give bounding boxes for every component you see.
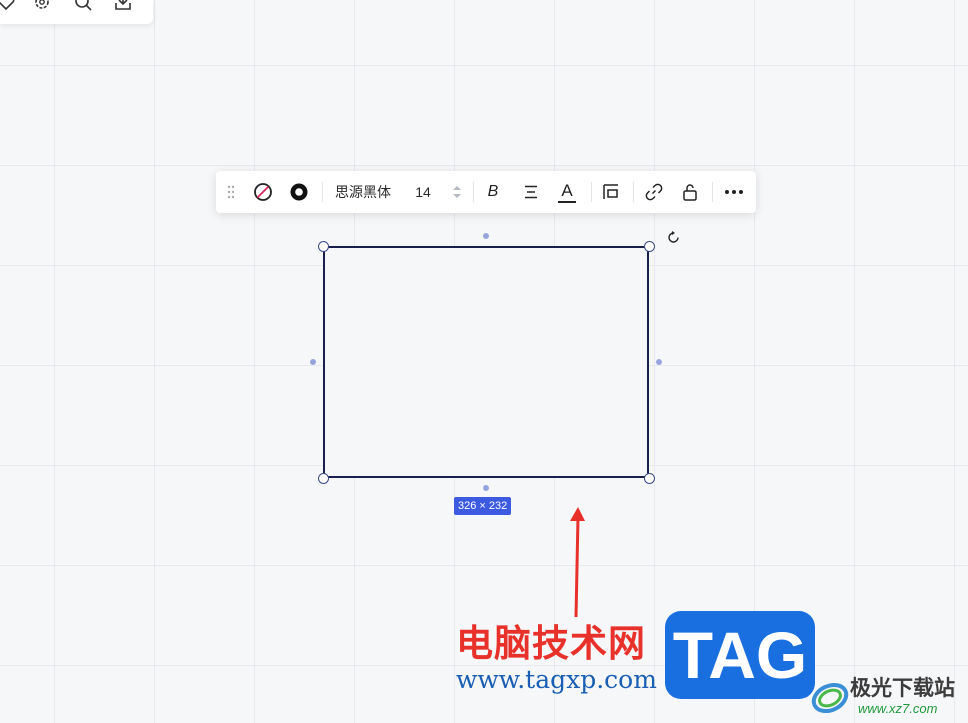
unlock-icon[interactable] (677, 171, 703, 213)
toolbar-divider (591, 182, 592, 202)
font-family-label: 思源黑体 (335, 185, 391, 201)
stroke-color-icon[interactable] (286, 171, 312, 213)
text-color-icon: A (561, 180, 573, 200)
font-size-label: 14 (415, 184, 431, 200)
top-toolbar (0, 0, 153, 24)
connect-point-top[interactable] (483, 233, 489, 239)
watermark-url: www.tagxp.com (456, 665, 657, 694)
font-size-stepper[interactable] (446, 171, 468, 213)
settings-icon[interactable] (32, 0, 52, 12)
connect-point-right[interactable] (656, 359, 662, 365)
toolbar-divider (322, 182, 323, 202)
bold-icon: B (487, 183, 499, 200)
annotation-arrow (570, 507, 585, 617)
connect-point-bottom[interactable] (483, 485, 489, 491)
selected-rectangle[interactable] (323, 246, 649, 478)
drag-handle-icon[interactable] (224, 171, 238, 213)
toolbar-divider (712, 182, 713, 202)
font-family-select[interactable]: 思源黑体 (330, 171, 396, 213)
resize-handle-top-right[interactable] (644, 241, 655, 252)
rotate-icon[interactable] (666, 230, 681, 250)
watermark-tag-logo: TAG (665, 611, 815, 699)
more-icon[interactable] (721, 171, 747, 213)
link-icon[interactable] (641, 171, 667, 213)
aurora-logo-icon (811, 682, 849, 714)
text-color-button[interactable]: A (554, 171, 580, 213)
watermark-site-url: www.xz7.com (858, 701, 938, 716)
search-icon[interactable] (73, 0, 93, 12)
resize-handle-bottom-right[interactable] (644, 473, 655, 484)
connect-point-left[interactable] (310, 359, 316, 365)
position-icon[interactable] (598, 171, 624, 213)
align-icon[interactable] (518, 171, 544, 213)
font-size-field[interactable]: 14 (406, 171, 440, 213)
resize-handle-top-left[interactable] (318, 241, 329, 252)
heart-icon[interactable] (0, 0, 16, 12)
watermark-title: 电脑技术网 (456, 622, 646, 665)
bold-button[interactable]: B (480, 171, 506, 213)
resize-handle-bottom-left[interactable] (318, 473, 329, 484)
toolbar-divider (473, 182, 474, 202)
size-badge: 326 × 232 (454, 497, 512, 515)
download-icon[interactable] (113, 0, 133, 12)
toolbar-divider (633, 182, 634, 202)
format-toolbar: 思源黑体 14 B A (216, 171, 756, 213)
text-color-underline (558, 200, 576, 203)
watermark-site-logo: 极光下载站 www.xz7.com (808, 672, 968, 720)
watermark-site-name: 极光下载站 (850, 676, 955, 700)
fill-none-icon[interactable] (250, 171, 276, 213)
